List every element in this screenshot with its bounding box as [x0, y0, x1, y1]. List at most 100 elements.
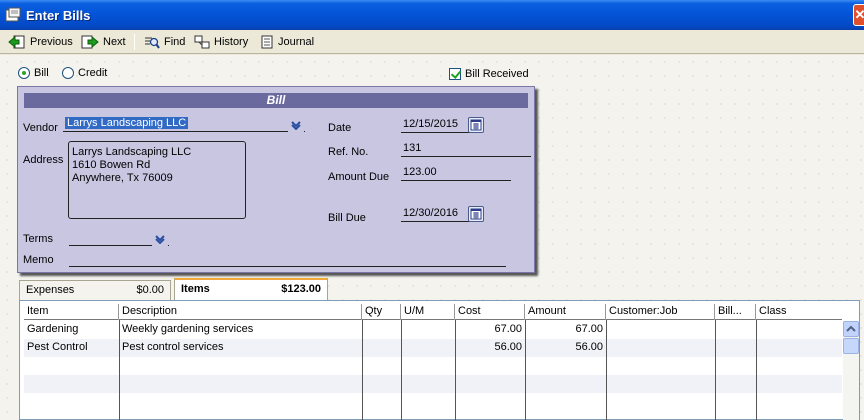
chevron-down-icon: [155, 234, 165, 244]
close-window-button[interactable]: ✕: [853, 4, 864, 26]
enter-bills-icon: [5, 7, 21, 22]
table-header: Item Description Qty U/M Cost Amount Cus…: [24, 304, 842, 320]
bill-due-field[interactable]: 12/30/2016: [401, 206, 476, 222]
history-button[interactable]: History: [194, 33, 248, 51]
tab-expenses-label: Expenses: [26, 284, 75, 296]
next-button[interactable]: Next: [81, 33, 126, 51]
tab-items-amount: $123.00: [281, 283, 321, 295]
cell-amount[interactable]: 67.00: [525, 321, 606, 339]
address-line-1: Larrys Landscaping LLC: [72, 146, 192, 158]
scroll-thumb[interactable]: [843, 338, 859, 354]
vendor-field[interactable]: Larrys Landscaping LLC: [63, 116, 305, 132]
bill-panel: Bill Vendor Larrys Landscaping LLC Addre…: [17, 86, 535, 273]
cell-um[interactable]: [401, 321, 455, 339]
ref-no-label: Ref. No.: [328, 146, 369, 158]
column-header-item[interactable]: Item: [24, 304, 119, 320]
table-row[interactable]: Gardening Weekly gardening services 67.0…: [24, 321, 842, 339]
table-row[interactable]: [24, 393, 842, 411]
find-icon: [145, 37, 160, 49]
title-bar: Enter Bills ✕: [0, 0, 864, 30]
bill-header: Bill: [24, 93, 528, 108]
cell-billable[interactable]: [715, 339, 756, 357]
cell-item[interactable]: Pest Control: [24, 339, 119, 357]
tab-items[interactable]: Items $123.00: [174, 278, 328, 301]
vendor-dropdown-button[interactable]: [288, 117, 304, 132]
memo-label: Memo: [23, 254, 54, 266]
cell-cost[interactable]: 56.00: [455, 339, 525, 357]
column-header-class[interactable]: Class: [756, 304, 842, 320]
column-header-description[interactable]: Description: [119, 304, 362, 320]
table-scrollbar[interactable]: [843, 321, 859, 420]
next-label: Next: [103, 36, 126, 48]
column-header-qty[interactable]: Qty: [362, 304, 401, 320]
amount-due-field[interactable]: 123.00: [401, 165, 511, 181]
previous-label: Previous: [30, 36, 73, 48]
bill-due-calendar-button[interactable]: [468, 206, 484, 222]
window-title: Enter Bills: [26, 8, 91, 23]
journal-label: Journal: [278, 36, 315, 48]
checkmark-icon: [449, 68, 461, 80]
amount-due-value: 123.00: [403, 166, 437, 178]
cell-um[interactable]: [401, 339, 455, 357]
column-header-cost[interactable]: Cost: [455, 304, 525, 320]
cell-qty[interactable]: [362, 321, 401, 339]
scroll-up-button[interactable]: [843, 321, 859, 337]
table-row[interactable]: [24, 357, 842, 375]
table-row[interactable]: [24, 375, 842, 393]
bill-due-value: 12/30/2016: [403, 207, 459, 219]
cell-item[interactable]: Gardening: [24, 321, 119, 339]
cell-customer-job[interactable]: [606, 321, 715, 339]
history-label: History: [214, 36, 249, 48]
find-label: Find: [164, 36, 186, 48]
credit-radio[interactable]: Credit: [62, 67, 107, 79]
cell-amount[interactable]: 56.00: [525, 339, 606, 357]
table-row[interactable]: Pest Control Pest control services 56.00…: [24, 339, 842, 357]
tab-expenses[interactable]: Expenses $0.00: [19, 280, 171, 300]
address-line-3: Anywhere, Tx 76009: [72, 172, 173, 184]
previous-icon: [8, 35, 25, 49]
items-table: Item Description Qty U/M Cost Amount Cus…: [19, 300, 860, 420]
cell-description[interactable]: Weekly gardening services: [119, 321, 362, 339]
date-calendar-button[interactable]: [468, 117, 484, 133]
bill-radio-label: Bill: [34, 67, 49, 79]
cell-billable[interactable]: [715, 321, 756, 339]
column-header-um[interactable]: U/M: [401, 304, 455, 320]
memo-field[interactable]: [69, 251, 506, 267]
bill-radio[interactable]: Bill: [18, 67, 49, 79]
date-field[interactable]: 12/15/2015: [401, 117, 476, 133]
terms-label: Terms: [23, 233, 53, 245]
cell-class[interactable]: [756, 321, 842, 339]
radio-unselected-icon: [62, 67, 74, 79]
ref-no-field[interactable]: 131: [401, 141, 531, 157]
amount-due-label: Amount Due: [328, 171, 390, 183]
tab-expenses-amount: $0.00: [136, 284, 164, 296]
ref-no-value: 131: [403, 142, 422, 154]
history-icon: [194, 35, 210, 49]
chevron-down-icon: [291, 120, 301, 130]
tab-items-label: Items: [181, 283, 210, 295]
cell-customer-job[interactable]: [606, 339, 715, 357]
vendor-label: Vendor: [23, 122, 58, 134]
date-value: 12/15/2015: [403, 118, 459, 130]
calendar-icon: [470, 208, 482, 220]
bill-received-checkbox[interactable]: Bill Received: [449, 68, 529, 80]
column-header-customer-job[interactable]: Customer:Job: [606, 304, 715, 320]
vendor-value: Larrys Landscaping LLC: [65, 117, 189, 129]
calendar-icon: [470, 119, 482, 131]
address-label: Address: [23, 154, 64, 166]
cell-qty[interactable]: [362, 339, 401, 357]
previous-button[interactable]: Previous: [8, 33, 73, 51]
journal-button[interactable]: Journal: [260, 33, 314, 51]
cell-cost[interactable]: 67.00: [455, 321, 525, 339]
column-header-amount[interactable]: Amount: [525, 304, 606, 320]
bill-received-label: Bill Received: [465, 68, 529, 80]
cell-class[interactable]: [756, 339, 842, 357]
terms-dropdown-button[interactable]: [152, 231, 168, 246]
column-header-billable[interactable]: Bill...: [715, 304, 756, 320]
radio-selected-icon: [18, 67, 30, 79]
chevron-up-icon: [846, 325, 856, 332]
cell-description[interactable]: Pest control services: [119, 339, 362, 357]
find-button[interactable]: Find: [144, 33, 185, 51]
address-field[interactable]: Larrys Landscaping LLC 1610 Bowen Rd Any…: [68, 141, 246, 219]
address-line-2: 1610 Bowen Rd: [72, 159, 151, 171]
